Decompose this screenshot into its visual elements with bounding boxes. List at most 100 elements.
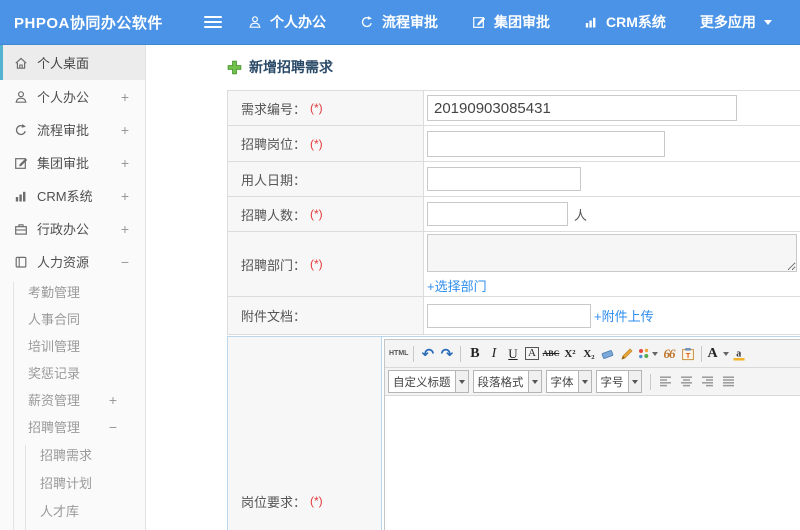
department-textarea[interactable] (427, 233, 797, 272)
sidebar-item[interactable]: 招聘计划 (0, 468, 145, 496)
sidebar-item[interactable]: 人才库 (0, 496, 145, 524)
hire-date-input[interactable] (427, 167, 581, 191)
chevron-down-icon[interactable] (527, 371, 541, 392)
form-row: 附件文档： +附件上传 (228, 297, 800, 335)
toolbar-separator (701, 345, 703, 362)
hamburger-icon[interactable] (204, 16, 222, 28)
attachment-input[interactable] (427, 303, 591, 328)
top-menu: 个人办公 流程审批 集团审批 CRM系统 更多应用 (248, 12, 772, 32)
sidebar-item[interactable]: 个人桌面 (0, 45, 145, 80)
headcount-input[interactable] (427, 202, 568, 226)
paste-text-button[interactable]: T (679, 343, 696, 364)
align-left-button[interactable] (658, 374, 673, 389)
recruitment-request-form: 需求编号： (*) 招聘岗位： (*) (227, 90, 800, 530)
app-logo: PHPOA协同办公软件 (14, 14, 163, 32)
required-mark: (*) (310, 136, 323, 151)
nav-item[interactable]: 更多应用 (700, 12, 772, 32)
eraser-button[interactable] (599, 343, 616, 364)
sidebar-item[interactable]: 考勤管理 (0, 278, 145, 305)
job-position-input[interactable] (427, 130, 665, 157)
expand-toggle[interactable]: + (121, 189, 129, 203)
sidebar-item[interactable]: 人事合同 (0, 305, 145, 332)
sidebar-item[interactable]: 薪资管理 + (0, 386, 145, 413)
select-department-link[interactable]: +选择部门 (427, 276, 487, 295)
align-justify-button[interactable] (721, 374, 736, 389)
chevron-down-icon[interactable] (577, 371, 591, 392)
subscript-button[interactable]: X₂ (580, 343, 597, 364)
sidebar-item[interactable]: 集团审批 + (0, 146, 145, 179)
title-style-select[interactable]: 自定义标题 (388, 370, 469, 393)
nav-item[interactable]: 流程审批 (360, 12, 438, 32)
background-color-button[interactable]: a (731, 343, 748, 364)
form-row: 用人日期： (228, 162, 800, 197)
italic-button[interactable]: I (485, 343, 502, 364)
expand-toggle[interactable]: + (121, 222, 129, 236)
font-size-select[interactable]: 字号 (595, 370, 642, 393)
expand-toggle[interactable]: + (121, 123, 129, 137)
nav-item-label: 流程审批 (382, 14, 438, 30)
redo-button[interactable]: ↷ (438, 343, 455, 364)
sidebar-item[interactable]: CRM系统 + (0, 179, 145, 212)
expand-toggle[interactable]: + (109, 393, 117, 407)
expand-toggle[interactable]: + (121, 90, 129, 104)
sidebar-item[interactable]: 奖惩记录 (0, 359, 145, 386)
sidebar-item[interactable]: 培训管理 (0, 332, 145, 359)
sidebar-item-label: 招聘需求 (40, 447, 93, 463)
superscript-button[interactable]: X² (561, 343, 578, 364)
nav-item[interactable]: 个人办公 (248, 12, 326, 32)
sidebar-item[interactable]: 个人办公 + (0, 80, 145, 113)
field-label: 用人日期： (228, 162, 424, 196)
required-mark: (*) (310, 257, 323, 271)
bold-button[interactable]: B (466, 343, 483, 364)
svg-text:a: a (736, 348, 741, 359)
underline-button[interactable]: U (504, 343, 521, 364)
font-border-button[interactable]: A (523, 343, 540, 364)
strikethrough-button[interactable]: ABC (542, 343, 560, 364)
chevron-down-icon[interactable] (627, 371, 641, 392)
sidebar-item-label: 考勤管理 (28, 285, 81, 300)
format-brush-button[interactable] (618, 343, 635, 364)
align-right-button[interactable] (700, 374, 715, 389)
undo-button[interactable]: ↶ (419, 343, 436, 364)
upload-attachment-link[interactable]: +附件上传 (594, 306, 654, 325)
sidebar-item-label: 个人办公 (37, 90, 90, 105)
svg-text:T: T (686, 351, 691, 360)
sidebar-item-label: 奖惩记录 (28, 366, 81, 381)
editor-content-area[interactable] (385, 396, 800, 530)
sidebar-item[interactable]: 行政办公 + (0, 212, 145, 245)
form-row: 招聘岗位： (*) (228, 126, 800, 162)
sidebar-item[interactable]: 招聘需求 (0, 440, 145, 468)
source-code-button[interactable]: HTML (389, 343, 408, 364)
add-icon (227, 60, 242, 75)
chart-icon (14, 189, 28, 203)
nav-item-label: 集团审批 (494, 14, 550, 30)
demand-number-input[interactable] (427, 95, 737, 121)
nav-item[interactable]: 集团审批 (472, 12, 550, 32)
chevron-down-icon (722, 351, 729, 356)
flow-icon (360, 15, 374, 29)
form-row-job-requirements: 岗位要求： (*) HTML ↶ ↷ B I U A ABC X² X₂ 66 T Aa 自定义标题 段落… (227, 336, 800, 530)
chevron-down-icon (763, 19, 772, 25)
sidebar-item[interactable]: 流程审批 + (0, 113, 145, 146)
sidebar-item-label: 行政办公 (37, 222, 90, 237)
nav-item[interactable]: CRM系统 (584, 12, 666, 32)
expand-toggle[interactable]: − (121, 255, 129, 269)
font-family-select[interactable]: 字体 (545, 370, 592, 393)
chevron-down-icon[interactable] (454, 371, 468, 392)
dropdown-label: 自定义标题 (393, 376, 451, 389)
blockquote-button[interactable]: 66 (660, 343, 677, 364)
sidebar-item[interactable]: 人力资源 − (0, 245, 145, 278)
expand-toggle[interactable]: + (121, 156, 129, 170)
expand-toggle[interactable]: − (109, 420, 117, 434)
sidebar-item-label: 招聘计划 (40, 475, 93, 491)
chart-icon (584, 15, 598, 29)
editor-toolbar-row1: HTML ↶ ↷ B I U A ABC X² X₂ 66 T Aa (385, 340, 800, 368)
paragraph-format-select[interactable]: 段落格式 (472, 370, 542, 393)
sidebar-item[interactable]: 招聘管理 − (0, 413, 145, 440)
person-icon (14, 90, 28, 104)
align-center-button[interactable] (679, 374, 694, 389)
nav-item-label: CRM系统 (606, 14, 666, 30)
person-icon (248, 15, 262, 29)
color-palette-button[interactable] (637, 343, 659, 364)
font-color-button[interactable]: A (707, 343, 729, 364)
